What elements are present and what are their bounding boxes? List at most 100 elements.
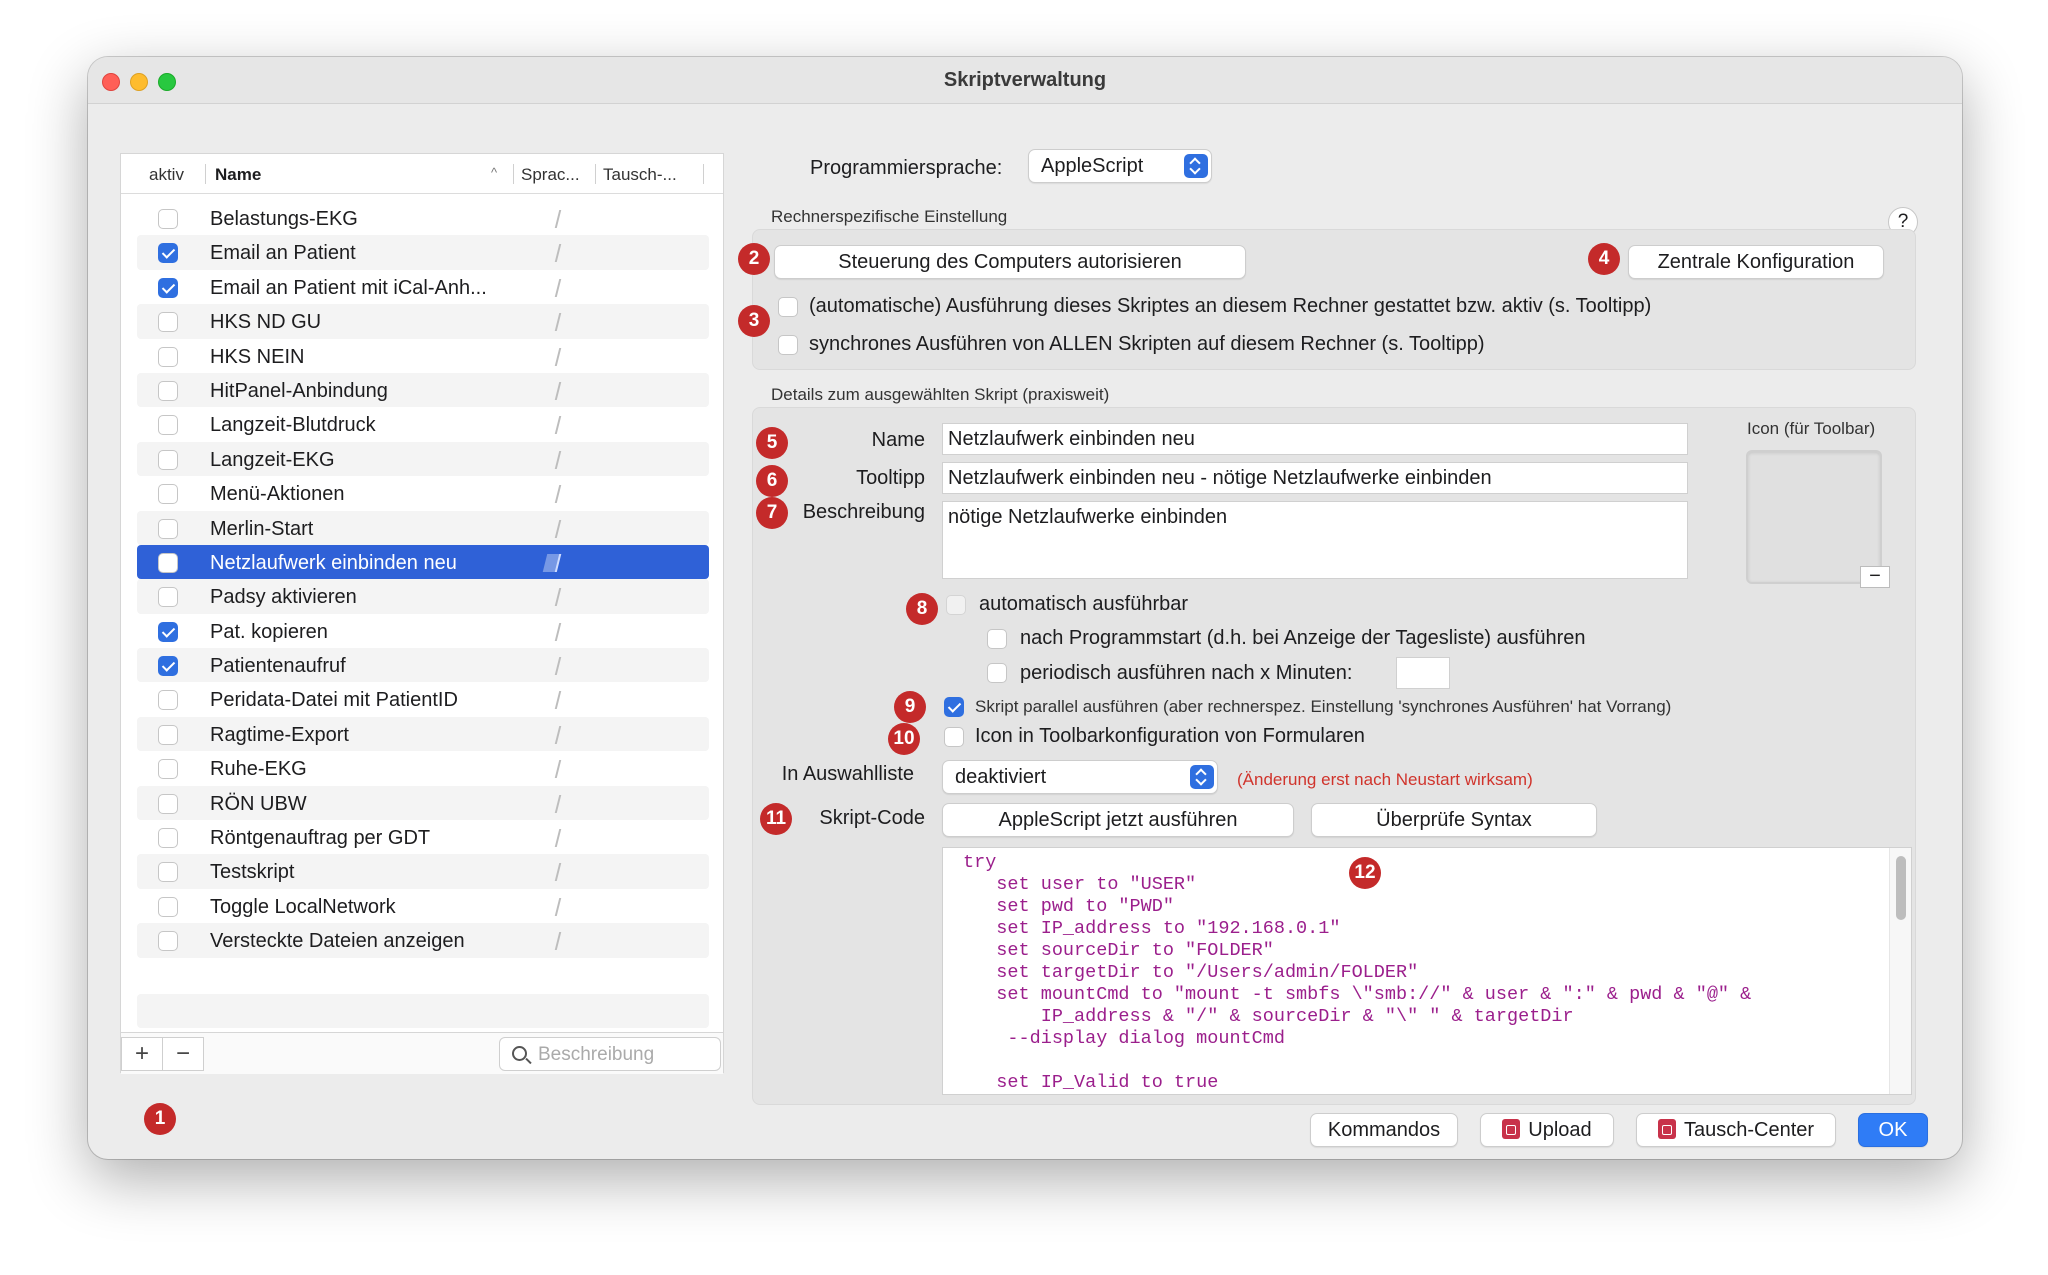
popup-arrows-icon [1184,154,1208,178]
add-script-button[interactable]: + [121,1037,163,1071]
script-row[interactable]: Patientenaufruf [137,648,709,683]
column-header-name[interactable]: Name [215,165,261,185]
sync-exec-checkbox[interactable] [778,335,798,355]
script-row[interactable]: Toggle LocalNetwork [137,889,709,923]
column-separator[interactable] [595,164,596,184]
periodic-minutes-field[interactable] [1396,657,1450,689]
script-active-checkbox[interactable] [158,621,178,642]
remove-icon-button[interactable]: − [1860,566,1890,588]
script-row[interactable]: Email an Patient [137,235,709,270]
code-label: Skript-Code [819,807,925,829]
language-icon [542,622,562,641]
script-row[interactable]: Ruhe-EKG [137,751,709,785]
script-row[interactable]: HitPanel-Anbindung [137,372,709,408]
script-active-checkbox[interactable] [158,552,178,573]
toolbar-config-checkbox[interactable] [944,727,964,747]
script-name: Menü-Aktionen [210,483,345,506]
script-active-checkbox[interactable] [158,415,178,436]
language-icon [542,416,562,435]
selection-list-popup[interactable]: deaktiviert [942,760,1218,794]
central-configuration-button[interactable]: Zentrale Konfiguration [1628,245,1884,279]
check-syntax-button[interactable]: Überprüfe Syntax [1311,803,1597,837]
script-active-checkbox[interactable] [158,243,178,264]
script-active-checkbox[interactable] [158,759,178,780]
script-active-checkbox[interactable] [158,828,178,849]
script-row[interactable]: Langzeit-Blutdruck [137,407,709,441]
script-row[interactable]: HKS NEIN [137,339,709,373]
description-search-field[interactable] [499,1037,721,1071]
code-line: set sourceDir to "FOLDER" [963,940,1274,961]
search-input[interactable] [538,1043,714,1067]
remove-script-button[interactable]: − [162,1037,204,1071]
script-row[interactable]: RÖN UBW [137,785,709,821]
script-name: Padsy aktivieren [210,586,357,609]
popup-arrows-icon [1190,765,1214,789]
script-name: Toggle LocalNetwork [210,895,396,918]
after-start-checkbox[interactable] [987,629,1007,649]
script-active-checkbox[interactable] [158,312,178,333]
script-active-checkbox[interactable] [158,862,178,883]
script-active-checkbox[interactable] [158,484,178,505]
script-row[interactable]: Netzlaufwerk einbinden neu [137,544,709,580]
code-scroll-thumb[interactable] [1896,856,1906,920]
script-row[interactable]: Pat. kopieren [137,614,709,648]
badge-2: 2 [738,243,770,275]
upload-button[interactable]: Upload [1480,1113,1614,1147]
language-popup[interactable]: AppleScript [1028,149,1212,183]
script-active-checkbox[interactable] [158,724,178,745]
column-separator[interactable] [205,164,206,184]
script-active-checkbox[interactable] [158,346,178,367]
script-row[interactable]: Testskript [137,854,709,889]
badge-3: 3 [738,305,770,337]
script-active-checkbox[interactable] [158,587,178,608]
script-row[interactable]: Padsy aktivieren [137,579,709,614]
name-field[interactable]: Netzlaufwerk einbinden neu [942,423,1688,455]
sync-exec-label: synchrones Ausführen von ALLEN Skripten … [809,333,1485,355]
column-separator[interactable] [513,164,514,184]
script-active-checkbox[interactable] [158,656,178,677]
script-row[interactable]: Versteckte Dateien anzeigen [137,923,709,958]
exchange-center-button[interactable]: Tausch-Center [1636,1113,1836,1147]
language-icon [542,760,562,779]
authorize-computer-button[interactable]: Steuerung des Computers autorisieren [774,245,1246,279]
script-row[interactable]: Peridata-Datei mit PatientID [137,682,709,716]
script-active-checkbox[interactable] [158,931,178,952]
script-row[interactable]: Menü-Aktionen [137,476,709,510]
column-header-language[interactable]: Sprac... [521,165,580,185]
auto-executable-label: automatisch ausführbar [979,593,1189,615]
auto-exec-machine-checkbox[interactable] [778,297,798,317]
script-code-editor[interactable]: try set user to "USER" set pwd to "PWD" … [942,847,1912,1095]
script-active-checkbox[interactable] [158,449,178,470]
column-header-exchange[interactable]: Tausch-... [603,165,677,185]
exchange-center-icon [1657,1119,1676,1139]
script-active-checkbox[interactable] [158,518,178,539]
toolbar-icon-well[interactable] [1746,450,1882,584]
script-active-checkbox[interactable] [158,209,178,229]
column-separator[interactable] [703,164,704,184]
script-name: Peridata-Datei mit PatientID [210,689,458,712]
auto-executable-checkbox[interactable] [946,595,966,615]
description-field[interactable]: nötige Netzlaufwerke einbinden [942,501,1688,579]
script-row[interactable]: Merlin-Start [137,510,709,545]
after-start-label: nach Programmstart (d.h. bei Anzeige der… [1020,627,1586,649]
parallel-exec-checkbox[interactable] [944,697,964,717]
script-row[interactable]: HKS ND GU [137,304,709,339]
script-active-checkbox[interactable] [158,690,178,711]
script-row[interactable]: Email an Patient mit iCal-Anh... [137,270,709,304]
script-active-checkbox[interactable] [158,793,178,814]
ok-button[interactable]: OK [1858,1113,1928,1147]
script-active-checkbox[interactable] [158,277,178,298]
script-row[interactable]: Ragtime-Export [137,716,709,752]
script-row[interactable]: Langzeit-EKG [137,441,709,477]
script-active-checkbox[interactable] [158,380,178,401]
tooltip-label: Tooltipp [856,467,925,489]
column-header-active[interactable]: aktiv [149,165,184,185]
commands-button[interactable]: Kommandos [1310,1113,1458,1147]
code-scrollbar[interactable] [1889,848,1911,1094]
script-row[interactable]: Röntgenauftrag per GDT [137,820,709,854]
run-applescript-button[interactable]: AppleScript jetzt ausführen [942,803,1294,837]
periodic-checkbox[interactable] [987,663,1007,683]
script-row[interactable]: Belastungs-EKG [137,201,709,235]
script-active-checkbox[interactable] [158,896,178,917]
tooltip-field[interactable]: Netzlaufwerk einbinden neu - nötige Netz… [942,462,1688,494]
